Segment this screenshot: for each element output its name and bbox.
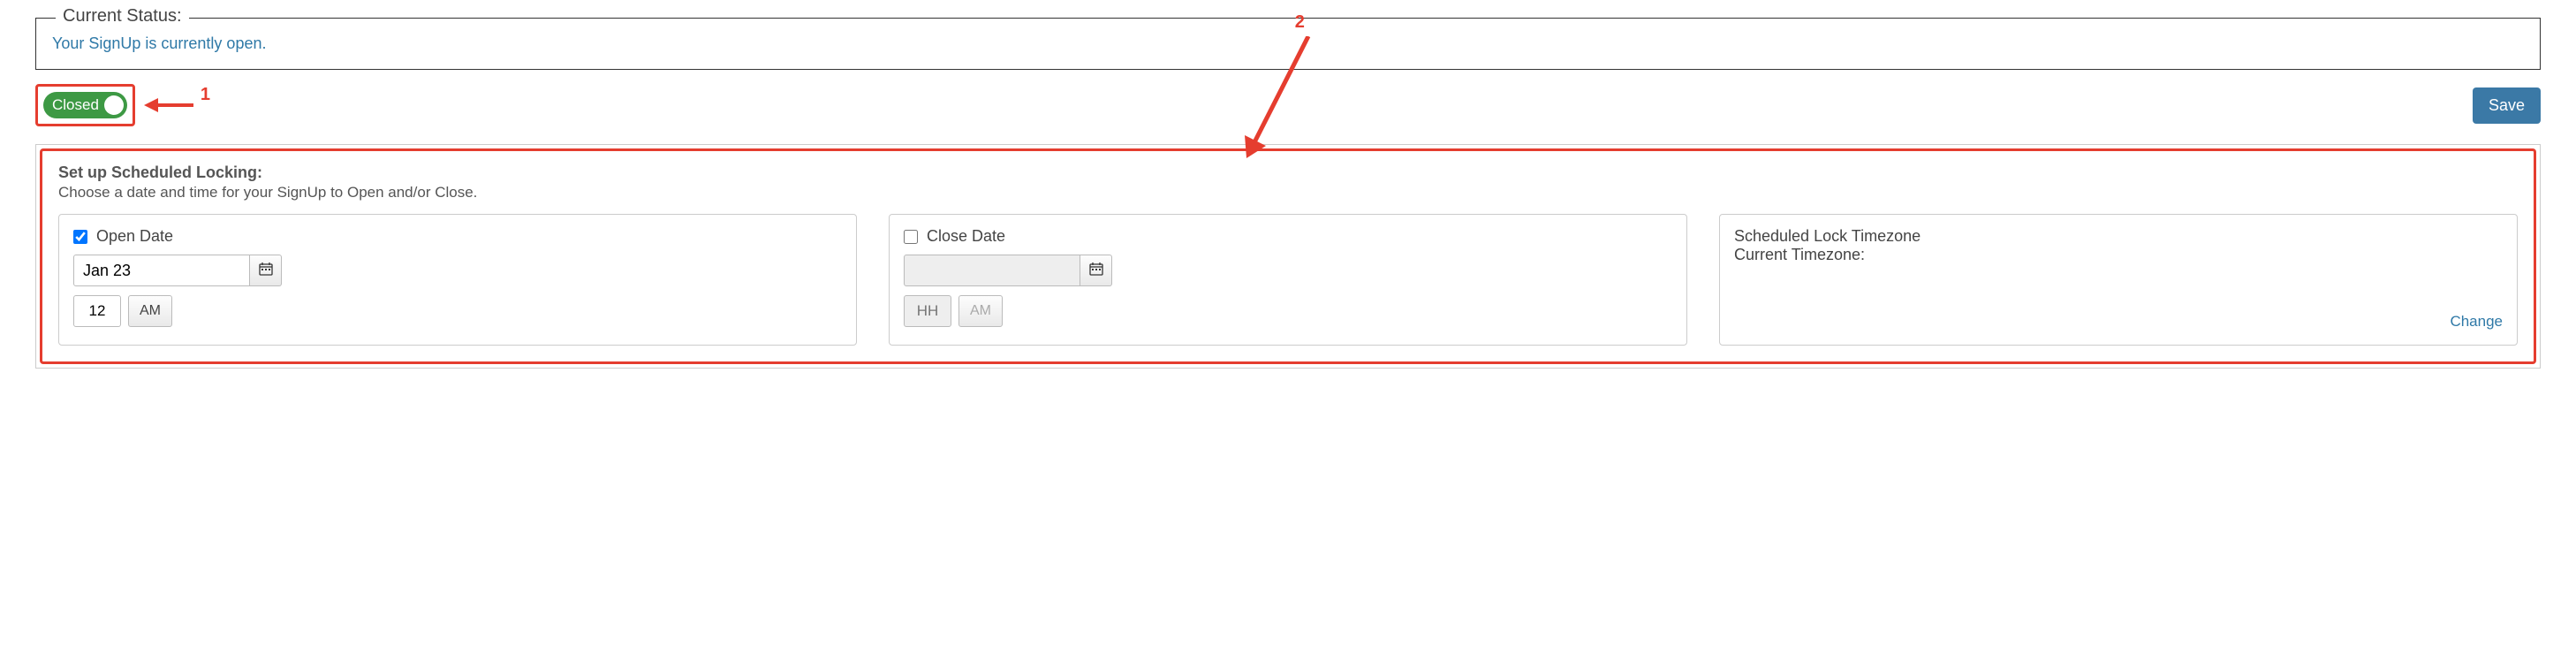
calendar-icon bbox=[259, 262, 273, 280]
timezone-card: Scheduled Lock Timezone Current Timezone… bbox=[1719, 214, 2518, 346]
calendar-icon bbox=[1089, 262, 1103, 280]
open-hour-input[interactable] bbox=[73, 295, 121, 327]
schedule-outer: 2 Set up Scheduled Locking: Choose a dat… bbox=[35, 144, 2541, 369]
close-date-header: Close Date bbox=[904, 227, 1672, 246]
open-date-card: Open Date AM bbox=[58, 214, 857, 346]
timezone-change-link[interactable]: Change bbox=[2450, 313, 2503, 331]
toggle-annotation-group: Closed 1 bbox=[35, 84, 210, 126]
close-date-card: Close Date AM bbox=[889, 214, 1687, 346]
schedule-columns: Open Date AM bbox=[58, 214, 2518, 346]
toggle-knob bbox=[104, 95, 124, 115]
closed-toggle[interactable]: Closed bbox=[43, 92, 127, 118]
annotation-arrow-1 bbox=[144, 95, 193, 116]
annotation-arrow-2-group: 2 bbox=[1238, 12, 1326, 164]
schedule-box: Set up Scheduled Locking: Choose a date … bbox=[40, 148, 2536, 364]
open-date-row bbox=[73, 255, 842, 286]
close-date-row bbox=[904, 255, 1672, 286]
open-date-input[interactable] bbox=[73, 255, 250, 286]
close-date-label: Close Date bbox=[927, 227, 1005, 246]
schedule-subtitle: Choose a date and time for your SignUp t… bbox=[58, 184, 2518, 202]
closed-toggle-label: Closed bbox=[52, 96, 99, 114]
annotation-label-2: 2 bbox=[1273, 12, 1326, 33]
annotation-label-1: 1 bbox=[201, 85, 210, 105]
current-status-legend: Current Status: bbox=[56, 6, 189, 27]
open-time-row: AM bbox=[73, 295, 842, 327]
open-date-header: Open Date bbox=[73, 227, 842, 246]
open-date-checkbox[interactable] bbox=[73, 230, 87, 244]
save-button[interactable]: Save bbox=[2473, 87, 2541, 124]
open-date-calendar-button[interactable] bbox=[250, 255, 282, 286]
open-ampm-button[interactable]: AM bbox=[128, 295, 172, 327]
close-date-calendar-button[interactable] bbox=[1080, 255, 1112, 286]
close-time-row: AM bbox=[904, 295, 1672, 327]
timezone-line-1: Scheduled Lock Timezone bbox=[1734, 227, 2503, 246]
annotation-box-1: Closed bbox=[35, 84, 135, 126]
schedule-title: Set up Scheduled Locking: bbox=[58, 164, 2518, 182]
annotation-arrow-2 bbox=[1238, 36, 1326, 160]
close-ampm-button[interactable]: AM bbox=[958, 295, 1003, 327]
open-date-label: Open Date bbox=[96, 227, 173, 246]
timezone-line-2: Current Timezone: bbox=[1734, 246, 2503, 264]
close-date-checkbox[interactable] bbox=[904, 230, 918, 244]
close-date-input[interactable] bbox=[904, 255, 1080, 286]
close-hour-input[interactable] bbox=[904, 295, 951, 327]
